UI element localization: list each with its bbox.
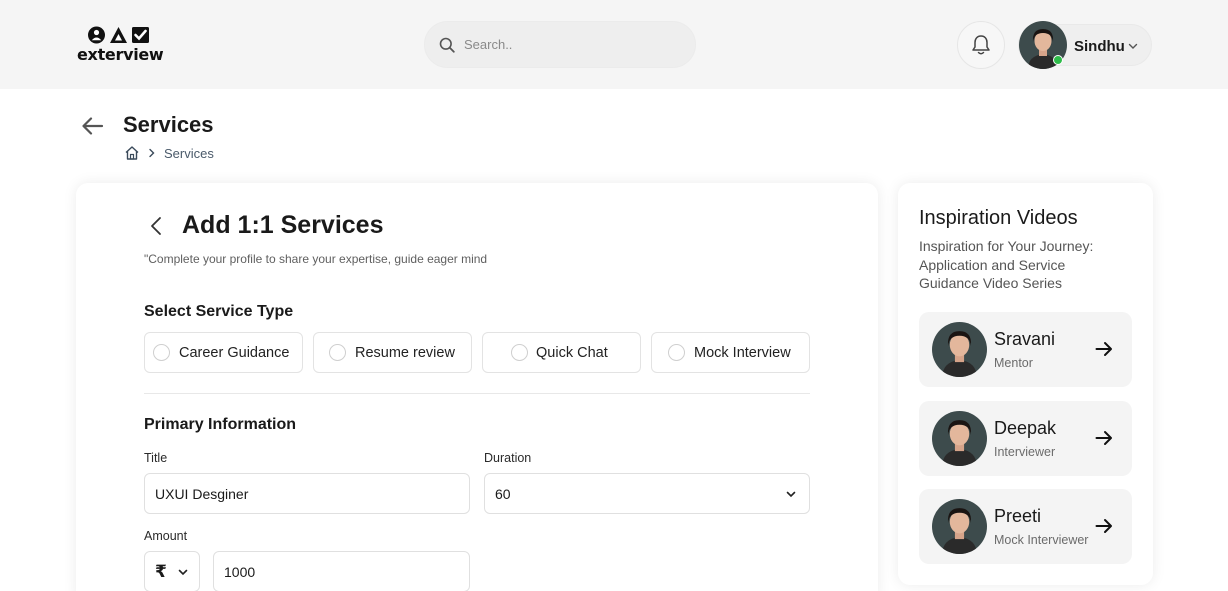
service-option-career-guidance[interactable]: Career Guidance [144, 332, 303, 373]
inspiration-title: Inspiration Videos [919, 207, 1078, 229]
form-subtitle: "Complete your profile to share your exp… [144, 252, 488, 266]
video-card-deepak[interactable]: Deepak Interviewer [919, 401, 1132, 476]
person-name: Preeti [994, 506, 1042, 526]
person-avatar [932, 322, 987, 377]
breadcrumb: Services [124, 145, 214, 161]
breadcrumb-current: Services [164, 145, 214, 161]
add-service-card: Add 1:1 Services "Complete your profile … [76, 183, 878, 591]
user-name: Sindhu [1074, 38, 1125, 55]
service-option-mock-interview[interactable]: Mock Interview [651, 332, 810, 373]
amount-label: Amount [144, 529, 188, 543]
service-option-label: Quick Chat [536, 344, 608, 361]
person-avatar [932, 499, 987, 554]
chevron-left-icon[interactable] [148, 216, 164, 236]
video-card-sravani[interactable]: Sravani Mentor [919, 312, 1132, 387]
chevron-down-icon [1128, 43, 1138, 49]
logo-check-icon [132, 27, 149, 43]
arrow-right-icon[interactable] [1094, 339, 1114, 359]
service-option-resume-review[interactable]: Resume review [313, 332, 472, 373]
chevron-down-icon [178, 569, 188, 575]
title-label: Title [144, 451, 168, 465]
logo-person-icon [88, 26, 105, 44]
primary-info-heading: Primary Information [144, 416, 297, 433]
section-divider [144, 393, 810, 394]
person-role: Mentor [994, 356, 1033, 370]
brand-name: exterview [77, 45, 164, 64]
online-status-indicator [1053, 55, 1063, 65]
chevron-right-icon [149, 148, 155, 158]
duration-label: Duration [484, 451, 532, 465]
duration-value: 60 [495, 485, 511, 502]
page-title: Services [123, 112, 214, 137]
amount-input[interactable] [224, 563, 469, 580]
logo-triangle-icon [110, 27, 127, 43]
arrow-right-icon[interactable] [1094, 428, 1114, 448]
person-name: Deepak [994, 418, 1057, 438]
brand-logo[interactable]: exterview [77, 26, 167, 66]
service-option-label: Career Guidance [179, 344, 290, 361]
currency-symbol: ₹ [155, 561, 167, 581]
service-option-label: Resume review [355, 344, 455, 361]
inspiration-description: Inspiration for Your Journey: Applicatio… [919, 238, 1094, 291]
arrow-right-icon[interactable] [1094, 516, 1114, 536]
user-menu[interactable]: Sindhu [1018, 21, 1152, 69]
search-icon [439, 37, 455, 53]
amount-field[interactable] [213, 551, 470, 591]
service-option-quick-chat[interactable]: Quick Chat [482, 332, 641, 373]
video-card-preeti[interactable]: Preeti Mock Interviewer [919, 489, 1132, 564]
home-icon[interactable] [124, 145, 140, 161]
radio-button[interactable] [511, 344, 528, 361]
chevron-down-icon [786, 491, 796, 497]
title-input[interactable] [155, 485, 469, 502]
top-bar: exterview Sindhu [0, 0, 1228, 89]
radio-button[interactable] [329, 344, 346, 361]
service-option-label: Mock Interview [694, 344, 791, 361]
logo-glyphs [77, 26, 167, 44]
radio-button[interactable] [153, 344, 170, 361]
duration-select[interactable]: 60 [484, 473, 810, 514]
person-role: Mock Interviewer [994, 533, 1089, 547]
service-type-options: Career Guidance Resume review Quick Chat… [144, 332, 810, 373]
bell-icon [972, 35, 990, 55]
inspiration-videos-card: Inspiration Videos Inspiration for Your … [898, 183, 1153, 585]
notifications-button[interactable] [957, 21, 1005, 69]
person-role: Interviewer [994, 445, 1056, 459]
form-title: Add 1:1 Services [182, 211, 384, 239]
search-bar[interactable] [424, 21, 696, 68]
back-arrow-icon[interactable] [80, 113, 106, 139]
person-avatar [932, 411, 987, 466]
currency-select[interactable]: ₹ [144, 551, 200, 591]
search-input[interactable] [464, 37, 664, 52]
service-type-heading: Select Service Type [144, 303, 294, 320]
radio-button[interactable] [668, 344, 685, 361]
person-name: Sravani [994, 329, 1056, 349]
title-field[interactable] [144, 473, 470, 514]
user-avatar [1019, 21, 1067, 69]
